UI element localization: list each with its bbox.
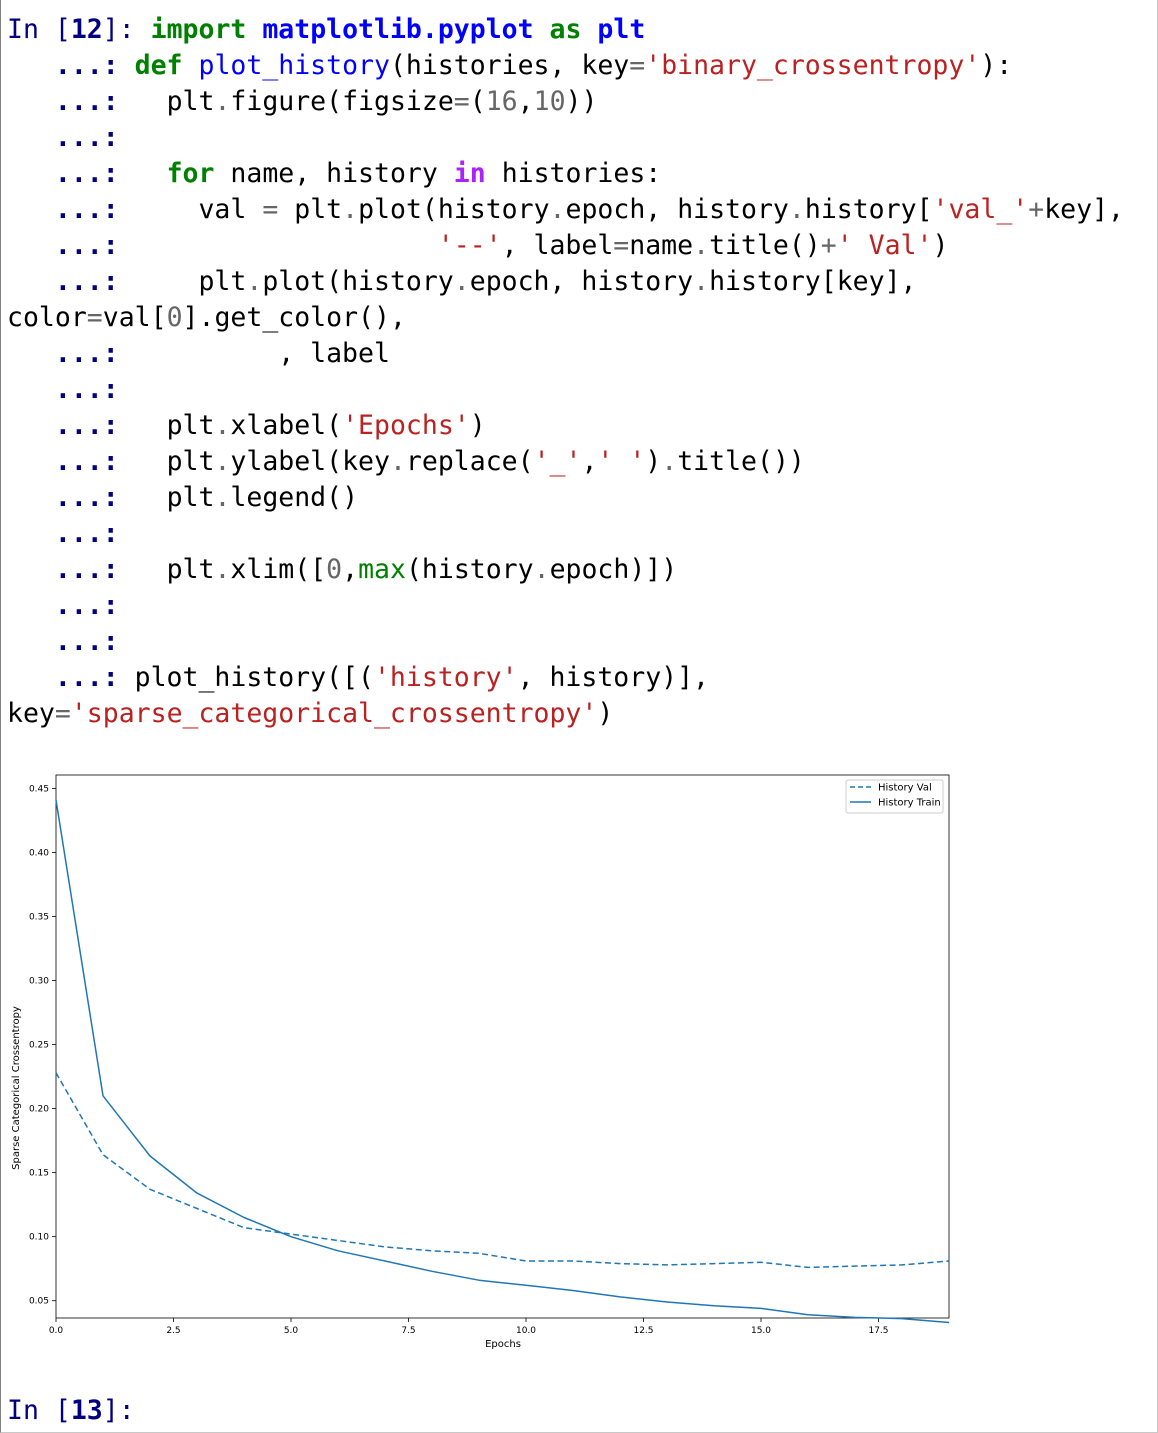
code-line-18: ...:	[7, 626, 135, 657]
input-prompt: In [12]:	[7, 14, 151, 45]
code-line-1: In [12]: import matplotlib.pyplot as plt	[7, 14, 646, 45]
y-axis-label: Sparse Categorical Crossentropy	[11, 1006, 22, 1170]
code-line-14: ...: plt.legend()	[7, 482, 359, 513]
code-line-8: ...: plt.plot(history.epoch, history.his…	[7, 266, 917, 297]
y-tick-label: 0.25	[29, 1041, 49, 1051]
code-line-3: ...: plt.figure(figsize=(16,10))	[7, 86, 598, 117]
code-line-4: ...:	[7, 122, 135, 153]
y-tick-label: 0.20	[29, 1105, 49, 1115]
y-tick-label: 0.40	[29, 848, 49, 858]
y-tick-label: 0.45	[29, 784, 49, 794]
x-tick-label: 0.0	[49, 1326, 64, 1336]
x-tick-label: 5.0	[284, 1326, 299, 1336]
y-tick-label: 0.30	[29, 977, 49, 987]
x-tick-label: 17.5	[868, 1326, 888, 1336]
y-tick-label: 0.15	[29, 1169, 49, 1179]
legend: History Val History Train	[845, 779, 944, 814]
x-tick-label: 7.5	[401, 1326, 415, 1336]
code-line-15: ...:	[7, 518, 135, 549]
x-axis-label: Epochs	[485, 1339, 521, 1350]
x-tick-label: 15.0	[751, 1326, 771, 1336]
code-line-17: ...:	[7, 590, 135, 621]
code-line-13: ...: plt.ylabel(key.replace('_',' ').tit…	[7, 446, 805, 477]
code-line-9: color=val[0].get_color(),	[7, 302, 406, 333]
x-tick-label: 2.5	[166, 1326, 180, 1336]
code-line-7: ...: '--', label=name.title()+' Val')	[7, 230, 949, 261]
ipython-console[interactable]: In [12]: import matplotlib.pyplot as plt…	[0, 0, 1158, 1433]
next-input-prompt[interactable]: In [13]:	[7, 1393, 151, 1429]
x-tick-label: 12.5	[633, 1326, 653, 1336]
y-tick-label: 0.35	[29, 913, 49, 923]
code-line-19: ...: plot_history([('history', history)]…	[7, 662, 710, 693]
plot-frame	[55, 774, 950, 1319]
code-line-5: ...: for name, history in histories:	[7, 158, 662, 189]
x-tick-label: 10.0	[516, 1326, 536, 1336]
legend-train-label: History Train	[878, 798, 941, 809]
legend-val-label: History Val	[878, 783, 932, 794]
history-plot-svg: 0.0 2.5 5.0 7.5 10.0 12.5 15.0 17.5 0.05 0.10 0.15…	[11, 774, 950, 1350]
y-tick-label: 0.05	[29, 1297, 49, 1307]
code-line-6: ...: val = plt.plot(history.epoch, histo…	[7, 194, 1124, 225]
code-line-2: ...: def plot_history(histories, key='bi…	[7, 50, 1013, 81]
code-line-12: ...: plt.xlabel('Epochs')	[7, 410, 486, 441]
series-line-train	[55, 799, 950, 1324]
code-line-10: ...: , label	[7, 338, 390, 369]
history-plot: 0.0 2.5 5.0 7.5 10.0 12.5 15.0 17.5 0.05 0.10 0.15…	[1, 755, 961, 1365]
code-line-20: key='sparse_categorical_crossentropy')	[7, 698, 614, 729]
series-line-val	[55, 1072, 950, 1269]
code-line-11: ...:	[7, 374, 135, 405]
y-tick-label: 0.10	[29, 1233, 49, 1243]
code-line-16: ...: plt.xlim([0,max(history.epoch)])	[7, 554, 678, 585]
